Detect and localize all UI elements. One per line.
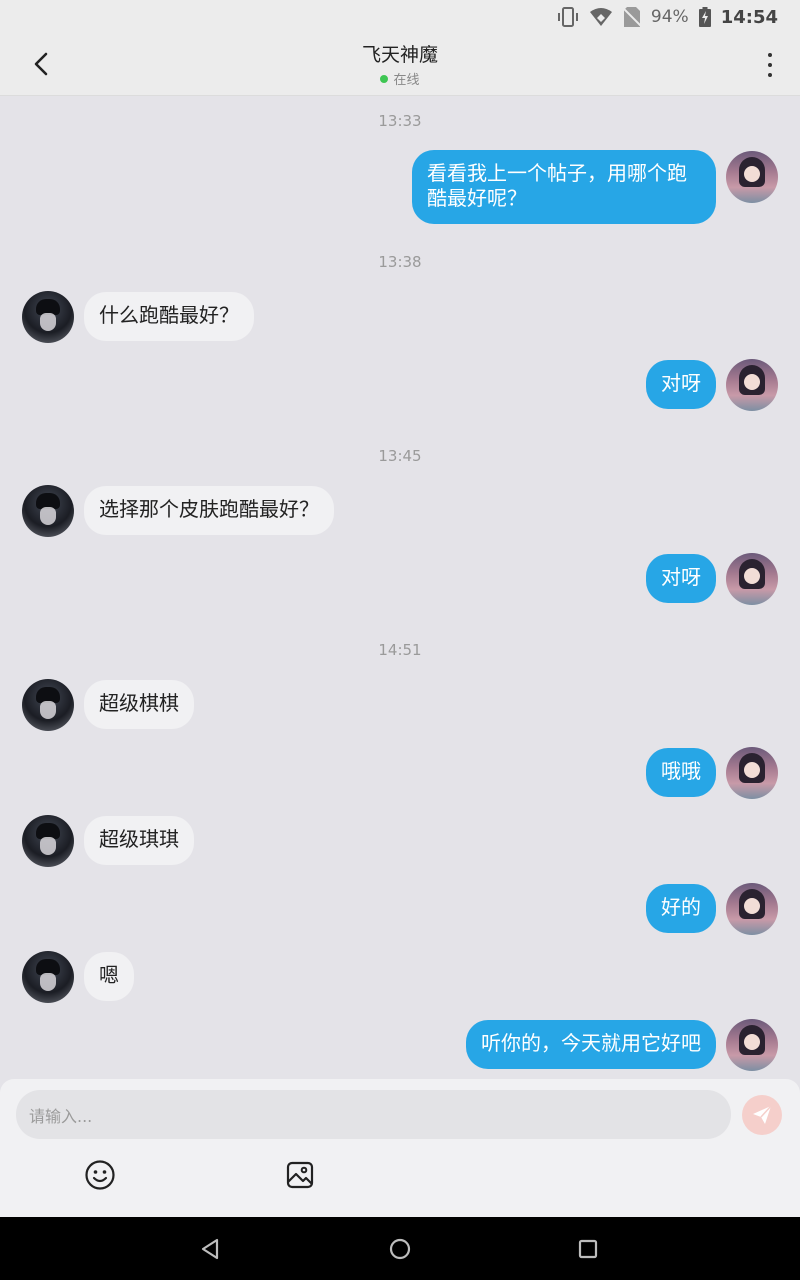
my-avatar[interactable]	[726, 553, 778, 605]
triangle-back-icon	[201, 1238, 219, 1260]
outgoing-bubble[interactable]: 对呀	[646, 360, 716, 409]
more-dot-icon	[768, 63, 772, 67]
timestamp: 14:51	[378, 641, 422, 659]
vibrate-icon	[557, 7, 578, 27]
send-button[interactable]	[742, 1095, 782, 1135]
contact-name: 飞天神魔	[361, 44, 438, 66]
timestamp: 13:38	[378, 253, 422, 271]
more-dot-icon	[768, 73, 772, 77]
contact-avatar[interactable]	[22, 679, 74, 731]
nav-back-button[interactable]	[196, 1235, 224, 1263]
contact-avatar[interactable]	[22, 815, 74, 867]
battery-charging-icon	[698, 7, 711, 27]
nav-home-button[interactable]	[386, 1235, 414, 1263]
image-icon	[286, 1161, 314, 1189]
incoming-bubble[interactable]: 嗯	[84, 952, 134, 1001]
timestamp: 13:45	[378, 447, 422, 465]
more-options-button[interactable]	[760, 50, 780, 80]
message-list[interactable]: 13:33 看看我上一个帖子，用哪个跑酷最好呢？ 13:38 什么跑酷最好？ 对…	[0, 96, 800, 1079]
send-icon	[753, 1105, 772, 1124]
message-input[interactable]: 请输入...	[16, 1090, 731, 1139]
contact-avatar[interactable]	[22, 291, 74, 343]
system-navigation-bar	[0, 1217, 800, 1280]
no-sim-icon	[622, 7, 641, 27]
circle-home-icon	[389, 1238, 411, 1260]
battery-percent: 94%	[650, 7, 689, 27]
contact-avatar[interactable]	[22, 485, 74, 537]
clock: 14:54	[720, 6, 778, 28]
my-avatar[interactable]	[726, 1019, 778, 1071]
emoji-button[interactable]	[84, 1159, 116, 1191]
my-avatar[interactable]	[726, 883, 778, 935]
incoming-bubble[interactable]: 超级琪琪	[84, 816, 194, 865]
online-dot-icon	[380, 74, 389, 83]
my-avatar[interactable]	[726, 359, 778, 411]
outgoing-bubble[interactable]: 看看我上一个帖子，用哪个跑酷最好呢？	[412, 150, 716, 224]
nav-recents-button[interactable]	[574, 1235, 602, 1263]
contact-avatar[interactable]	[22, 951, 74, 1003]
more-dot-icon	[768, 53, 772, 57]
online-status: 在线	[0, 69, 800, 88]
status-bar: 94% 14:54	[0, 0, 800, 34]
image-button[interactable]	[284, 1159, 316, 1191]
contact-info: 飞天神魔 在线	[0, 40, 800, 88]
my-avatar[interactable]	[726, 747, 778, 799]
outgoing-bubble[interactable]: 好的	[646, 884, 716, 933]
incoming-bubble[interactable]: 选择那个皮肤跑酷最好？	[84, 486, 334, 535]
emoji-icon	[85, 1160, 115, 1190]
outgoing-bubble[interactable]: 哦哦	[646, 748, 716, 797]
my-avatar[interactable]	[726, 151, 778, 203]
incoming-bubble[interactable]: 什么跑酷最好？	[84, 292, 254, 341]
incoming-bubble[interactable]: 超级棋棋	[84, 680, 194, 729]
timestamp: 13:33	[378, 112, 422, 130]
wifi-icon	[589, 8, 612, 26]
square-recents-icon	[578, 1239, 598, 1259]
online-status-label: 在线	[393, 73, 420, 88]
outgoing-bubble[interactable]: 听你的，今天就用它好吧	[466, 1020, 716, 1069]
chat-header: 飞天神魔 在线	[0, 34, 800, 96]
message-composer: 请输入...	[0, 1079, 800, 1217]
outgoing-bubble[interactable]: 对呀	[646, 554, 716, 603]
